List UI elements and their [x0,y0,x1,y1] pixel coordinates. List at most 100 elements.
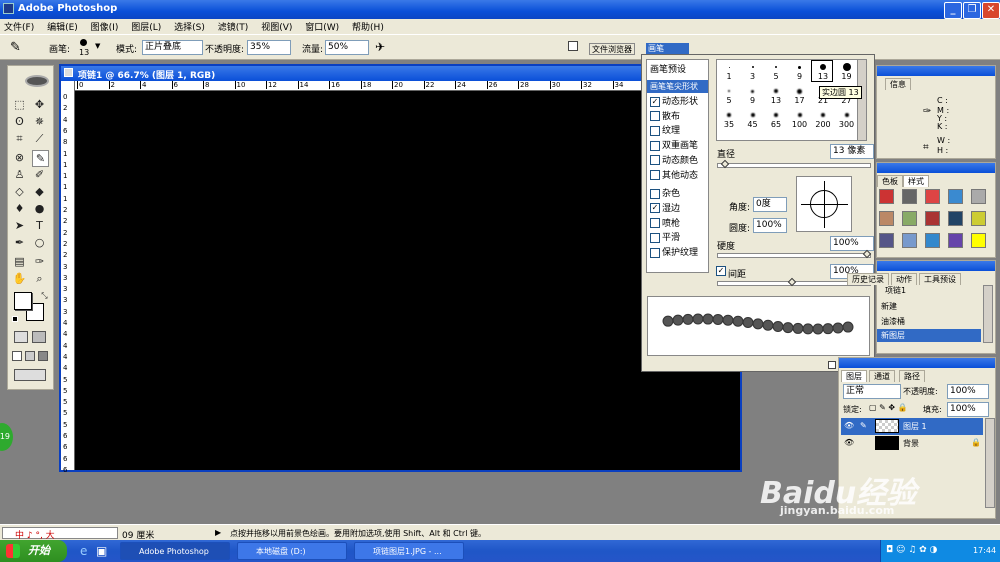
brush-option-item[interactable]: 其他动态 [650,170,698,183]
history-brush-tool-icon[interactable]: ✐ [32,167,47,182]
brush-tip-dot[interactable] [775,66,777,68]
brush-option-checkbox[interactable] [650,218,660,229]
stamp-tool-icon[interactable]: ♙ [12,167,27,182]
tab-swatches[interactable]: 色板 [877,175,903,187]
zoom-tool-icon[interactable]: ⌕ [32,271,47,286]
brush-option-checkbox[interactable] [650,188,660,199]
style-swatch[interactable] [925,211,940,226]
brush-tool-icon-selected[interactable]: ✎ [32,150,49,167]
eye-icon[interactable]: 👁 [844,421,854,430]
path-select-tool-icon[interactable]: ➤ [12,218,27,233]
brush-option-item[interactable]: ✓ 动态形状 [650,96,698,109]
spacing-checkbox[interactable]: ✓ [716,266,728,277]
menu-file[interactable]: 文件(F) [0,19,40,33]
tab-styles[interactable]: 样式 [903,175,929,187]
brush-tip-dot[interactable] [750,113,755,117]
hardness-slider[interactable] [717,253,871,258]
menu-edit[interactable]: 编辑(E) [43,19,84,33]
brush-tip-dot[interactable] [797,88,802,94]
brush-option-item[interactable]: 动态颜色 [650,155,698,168]
brush-tip-shape-item[interactable]: 画笔笔尖形状 [647,80,708,93]
standard-mode-icon[interactable] [14,331,28,343]
brush-option-item[interactable]: 散布 [650,111,680,124]
history-item-new-layer[interactable]: 新图层 [877,329,981,342]
tab-actions[interactable]: 动作 [891,273,917,285]
brush-option-item[interactable]: 杂色 [650,188,680,201]
tray-icons[interactable]: ◘ ☺ ♫ ✿ ◑ [886,545,937,555]
type-tool-icon[interactable]: T [32,218,47,233]
eyedropper-tool-icon[interactable]: ✑ [32,254,47,269]
default-colors-icon[interactable] [12,316,18,322]
menu-help[interactable]: 帮助(H) [348,19,390,33]
brush-tip-dot[interactable] [751,89,754,93]
brush-tip-dot[interactable] [728,66,730,68]
foreground-color-swatch[interactable] [14,292,32,310]
healing-tool-icon[interactable]: ⊗ [12,150,27,165]
paint-bucket-tool-icon[interactable]: ◆ [32,184,47,199]
brush-tip-dot[interactable] [727,113,731,117]
history-scrollbar[interactable] [983,285,993,343]
layers-scrollbar[interactable] [985,418,995,508]
brush-option-item[interactable]: 纹理 [650,125,680,138]
brush-option-item[interactable]: 双重画笔 [650,140,698,153]
brush-presets-item[interactable]: 画笔预设 [650,62,686,75]
brush-tip-dot[interactable] [798,65,801,69]
tab-tool-presets[interactable]: 工具预设 [919,273,961,285]
brush-option-checkbox[interactable] [650,140,660,151]
taskbar-item-local-disk[interactable]: 本地磁盘 (D:) [237,542,347,560]
quickmask-mode-icon[interactable] [32,331,46,343]
style-swatch[interactable] [948,189,963,204]
brush-tip-dot[interactable] [774,89,778,93]
history-snapshot[interactable]: 项链1 [885,285,906,296]
brush-option-item[interactable]: 保护纹理 [650,247,698,260]
fill-input[interactable]: 100% [947,402,989,417]
style-swatch[interactable] [971,189,986,204]
menu-select[interactable]: 选择(S) [170,19,211,33]
maximize-button[interactable]: ❐ [963,2,981,19]
style-swatch[interactable] [902,211,917,226]
notes-tool-icon[interactable]: ▤ [12,254,27,269]
brush-option-checkbox[interactable] [650,155,660,166]
flow-input[interactable]: 50% [325,40,369,55]
brush-option-checkbox[interactable] [650,111,660,122]
screen-mode-1-icon[interactable] [12,351,22,361]
status-arrow-icon[interactable]: ▶ [215,528,221,537]
ime-bar[interactable]: 中 ♪ °, 大 [2,527,118,541]
blur-tool-icon[interactable]: ♦ [12,201,27,216]
angle-roundness-preview[interactable] [796,176,852,232]
style-swatch[interactable] [971,233,986,248]
style-swatch[interactable] [925,189,940,204]
brush-option-item[interactable]: 平滑 [650,232,680,245]
brush-tip-dot[interactable] [821,113,825,117]
brush-option-item[interactable]: ✓ 湿边 [650,203,680,216]
history-item-paint-bucket[interactable]: 油漆桶 [881,316,905,327]
pen-tool-icon[interactable]: ✒ [12,235,27,250]
taskbar-item-photoshop[interactable]: Adobe Photoshop [120,542,230,560]
style-swatch[interactable] [879,233,894,248]
minimize-button[interactable]: _ [944,2,962,19]
eye-icon[interactable]: 👁 [844,438,854,447]
style-swatch[interactable] [902,189,917,204]
menu-image[interactable]: 图像(I) [87,19,125,33]
brush-dropdown-icon[interactable]: ▼ [95,42,100,50]
menu-filter[interactable]: 滤镜(T) [214,19,255,33]
roundness-input[interactable]: 100% [753,218,787,233]
layer-opacity-input[interactable]: 100% [947,384,989,399]
lock-icons[interactable]: ▢ ✎ ✥ 🔒 [869,403,908,412]
diameter-input[interactable]: 13 像素 [830,144,874,159]
tab-info[interactable]: 信息 [885,78,911,90]
quicklaunch-desktop-icon[interactable]: ▣ [96,544,107,558]
airbrush-icon[interactable]: ✈ [375,40,385,54]
style-swatch[interactable] [925,233,940,248]
tip-grid-scrollbar[interactable] [857,60,866,140]
crop-tool-icon[interactable]: ⌗ [12,131,27,146]
swap-colors-icon[interactable]: ⤡ [37,288,52,303]
tab-channels[interactable]: 通道 [869,370,895,382]
jump-to-imageready-icon[interactable] [14,369,46,381]
screen-mode-2-icon[interactable] [25,351,35,361]
magic-wand-tool-icon[interactable]: ✵ [32,114,47,129]
style-swatch[interactable] [948,211,963,226]
screen-mode-3-icon[interactable] [38,351,48,361]
palette-well-icon[interactable] [568,41,578,51]
brush-tip-dot[interactable] [751,66,754,68]
